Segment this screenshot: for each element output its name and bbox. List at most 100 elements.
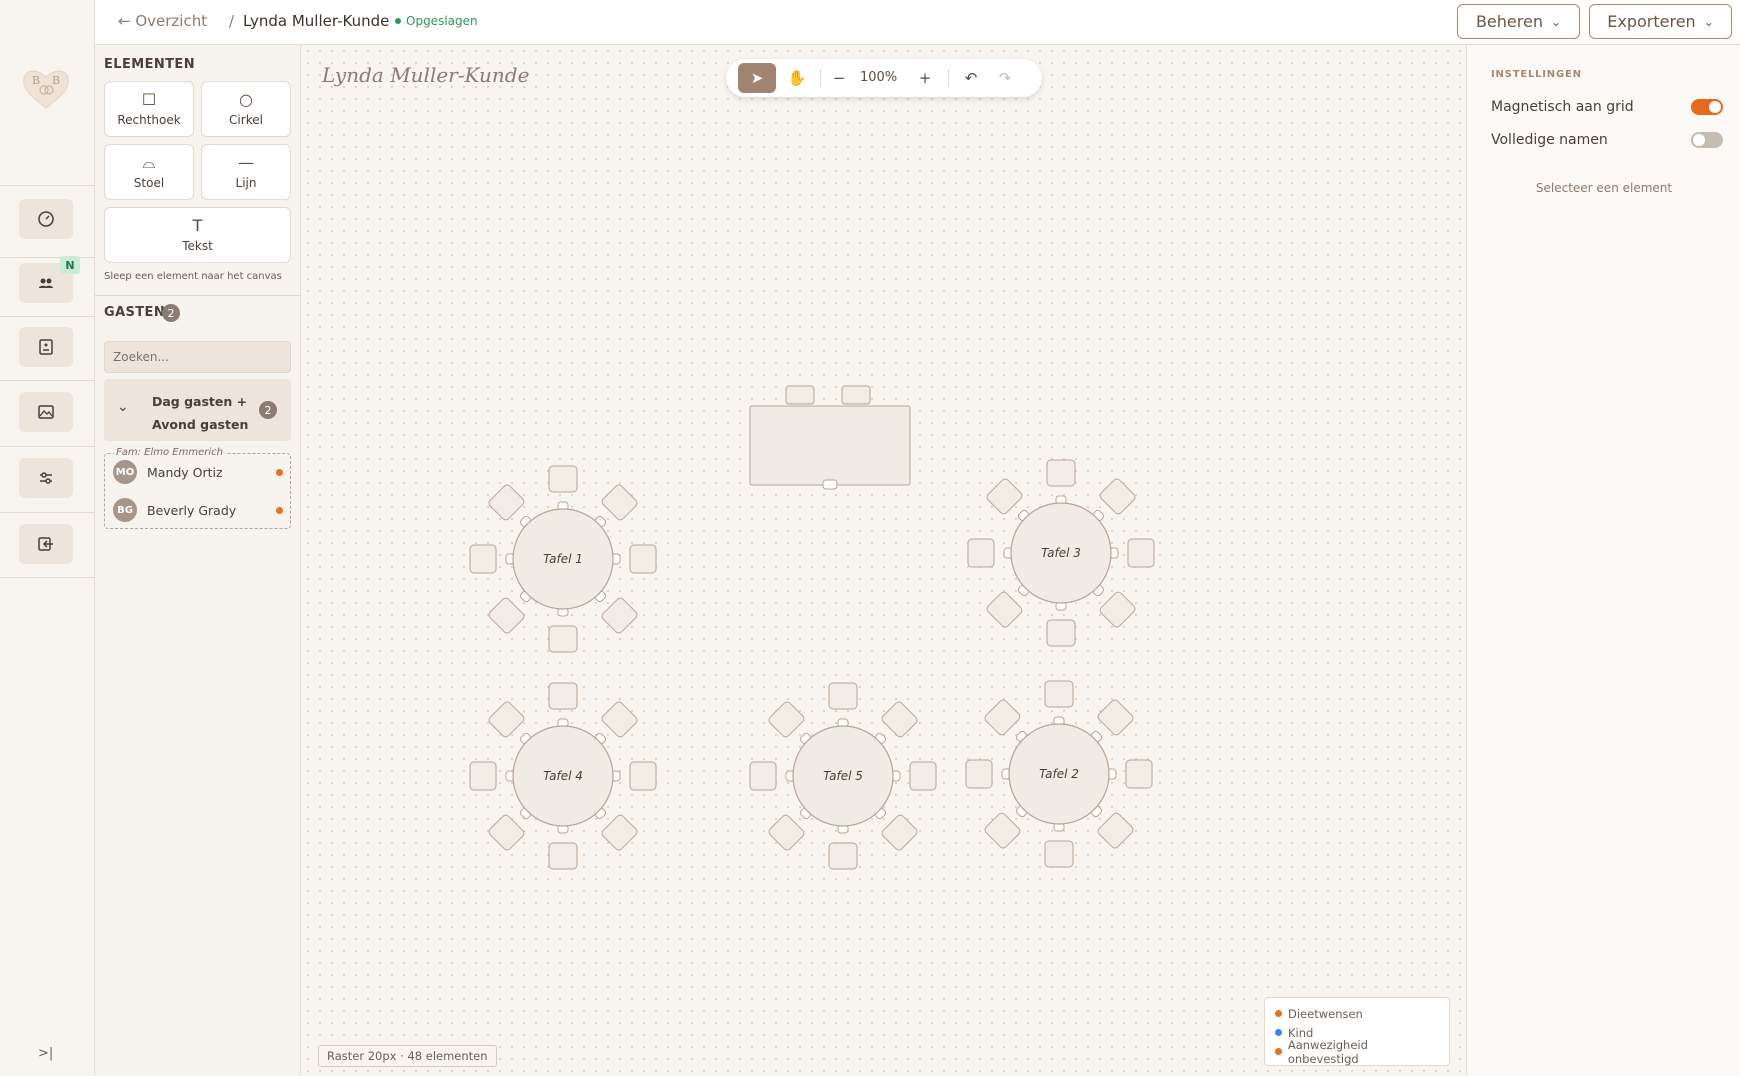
chair <box>768 701 805 738</box>
snap-label: Magnetisch aan grid <box>1491 99 1634 115</box>
group-count-badge: 2 <box>259 401 277 419</box>
chair <box>828 842 858 870</box>
snap-toggle[interactable] <box>1691 99 1723 115</box>
guest-name: Beverly Grady <box>147 502 237 518</box>
toggle-knob <box>1693 134 1705 146</box>
chair <box>488 484 525 521</box>
save-status: Opgeslagen <box>395 14 478 28</box>
legend-item: Dieetwensen <box>1275 1004 1439 1023</box>
tool-label: Cirkel <box>229 112 263 127</box>
chair <box>841 385 871 405</box>
seat-marker <box>822 479 838 490</box>
chair <box>488 814 525 851</box>
chair <box>548 682 578 710</box>
chair <box>768 814 805 851</box>
chair <box>986 591 1023 628</box>
text-icon: T <box>192 215 203 235</box>
tool-chair[interactable]: ⌓ Stoel <box>104 144 194 200</box>
family-group: MO Mandy Ortiz BG Beverly Grady <box>104 453 291 529</box>
tool-label: Stoel <box>133 175 165 190</box>
breadcrumb-separator: / <box>229 12 235 30</box>
legend-item: Aanwezigheid onbevestigd <box>1275 1038 1439 1066</box>
chair <box>469 761 497 791</box>
guest-search-input[interactable] <box>104 341 291 373</box>
chair <box>984 812 1021 849</box>
guest-group-label: Dag gasten + Avond gasten <box>152 394 249 432</box>
guest-item[interactable]: MO Mandy Ortiz <box>113 458 283 486</box>
table-rect[interactable] <box>749 405 911 486</box>
manage-button[interactable]: Beheren ⌄ <box>1457 4 1580 39</box>
tool-line[interactable]: — Lijn <box>201 144 291 200</box>
table-label[interactable]: Tafel 3 <box>1041 546 1081 560</box>
avatar: MO <box>113 460 137 484</box>
guest-count-badge: 2 <box>162 304 180 322</box>
chair <box>881 814 918 851</box>
collapse-sidebar-button[interactable]: >| <box>38 1046 53 1061</box>
empty-selection-text: Selecteer een element <box>1535 181 1673 195</box>
users-icon <box>39 278 53 288</box>
chair <box>1125 759 1153 789</box>
back-link[interactable]: ← Overzicht <box>118 12 207 30</box>
tool-label: Rechthoek <box>117 112 181 127</box>
rectangle-icon: ☐ <box>141 89 157 109</box>
guest-item[interactable]: BG Beverly Grady <box>113 496 283 524</box>
table-label[interactable]: Tafel 2 <box>1039 767 1079 781</box>
chair <box>1044 680 1074 708</box>
nav-seating[interactable] <box>19 327 73 367</box>
fullnames-toggle[interactable] <box>1691 132 1723 148</box>
chair <box>1044 840 1074 868</box>
top-bar: ← Overzicht / Lynda Muller-Kunde Opgesla… <box>95 0 1740 45</box>
manage-label: Beheren <box>1475 12 1543 31</box>
chevron-down-icon: ⌄ <box>117 399 129 415</box>
chair <box>601 484 638 521</box>
chair <box>1046 459 1076 487</box>
guest-group[interactable]: ⌄ Dag gasten + Avond gasten 2 <box>104 379 291 441</box>
chair <box>548 842 578 870</box>
sliders-icon <box>40 472 52 484</box>
table-label[interactable]: Tafel 5 <box>823 769 863 783</box>
nav-dashboard[interactable] <box>19 199 73 239</box>
chair <box>1097 699 1134 736</box>
toggle-knob <box>1709 101 1721 113</box>
fullnames-setting: Volledige namen <box>1491 130 1723 150</box>
chair <box>785 385 815 405</box>
chair <box>488 597 525 634</box>
chair <box>548 465 578 493</box>
new-badge: N <box>60 256 80 274</box>
chevron-down-icon: ⌄ <box>1703 14 1714 29</box>
tool-label: Tekst <box>182 238 213 253</box>
tool-rectangle[interactable]: ☐ Rechthoek <box>104 81 194 137</box>
export-button[interactable]: Exporteren ⌄ <box>1589 4 1732 39</box>
chair <box>601 814 638 851</box>
table-label[interactable]: Tafel 4 <box>543 769 583 783</box>
settings-panel: INSTELLINGEN Magnetisch aan grid Volledi… <box>1466 45 1740 1076</box>
nav-gallery[interactable] <box>19 392 73 432</box>
unconfirmed-dot <box>276 468 283 476</box>
chair <box>909 761 937 791</box>
breadcrumb-title: Lynda Muller-Kunde <box>243 12 390 30</box>
seating-canvas[interactable]: Lynda Muller-Kunde ➤ ✋ − 100% + ↶ ↷ Tafe… <box>302 45 1466 1076</box>
document-icon <box>39 339 53 355</box>
chair <box>1097 812 1134 849</box>
chair-icon: ⌓ <box>142 152 156 172</box>
chair <box>629 761 657 791</box>
unconfirmed-dot <box>276 506 283 514</box>
save-status-text: Opgeslagen <box>406 14 478 28</box>
guest-name: Mandy Ortiz <box>147 464 223 480</box>
tool-circle[interactable]: ○ Cirkel <box>201 81 291 137</box>
chair <box>1099 478 1136 515</box>
nav-settings[interactable] <box>19 458 73 498</box>
svg-text:B: B <box>52 74 60 87</box>
chair <box>965 759 993 789</box>
chair <box>629 544 657 574</box>
tool-text[interactable]: T Tekst <box>104 207 291 263</box>
table-label[interactable]: Tafel 1 <box>543 552 583 566</box>
settings-title: INSTELLINGEN <box>1491 69 1582 80</box>
nav-logout[interactable] <box>19 524 73 564</box>
chair <box>967 538 995 568</box>
chair <box>469 544 497 574</box>
legend: Dieetwensen Kind Aanwezigheid onbevestig… <box>1264 997 1450 1066</box>
chevron-down-icon: ⌄ <box>1550 14 1562 29</box>
gauge-icon <box>38 211 54 227</box>
chair <box>601 701 638 738</box>
